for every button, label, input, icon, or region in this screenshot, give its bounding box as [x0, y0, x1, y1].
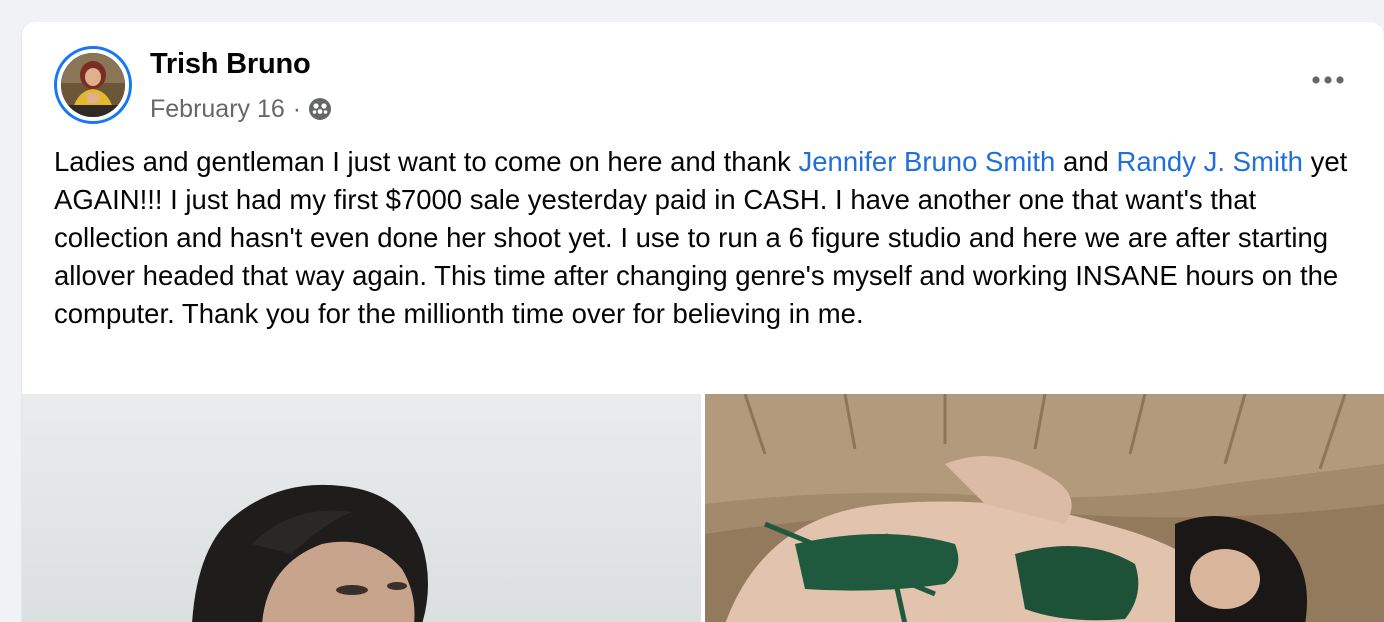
more-options-button[interactable] — [1308, 66, 1348, 94]
post-photos — [22, 394, 1384, 622]
post-date[interactable]: February 16 — [150, 95, 285, 124]
post-card: Trish Bruno February 16 · Ladies and gen… — [22, 22, 1384, 622]
post-text: Ladies and gentleman I just want to come… — [54, 143, 1354, 333]
post-text-part2: and — [1055, 146, 1117, 177]
mention-randy-j-smith[interactable]: Randy J. Smith — [1116, 146, 1302, 177]
meta-separator: · — [292, 94, 302, 123]
author-avatar[interactable] — [54, 46, 132, 124]
more-horizontal-icon — [1311, 71, 1345, 89]
post-text-part1: Ladies and gentleman I just want to come… — [54, 146, 799, 177]
author-name[interactable]: Trish Bruno — [150, 48, 311, 81]
portrait-photo[interactable] — [22, 394, 701, 622]
avatar-image — [61, 53, 125, 117]
mention-jennifer-bruno-smith[interactable]: Jennifer Bruno Smith — [799, 146, 1056, 177]
friends-icon[interactable] — [307, 96, 333, 122]
post-meta: February 16 · — [150, 94, 333, 124]
boudoir-photo[interactable] — [705, 394, 1384, 622]
